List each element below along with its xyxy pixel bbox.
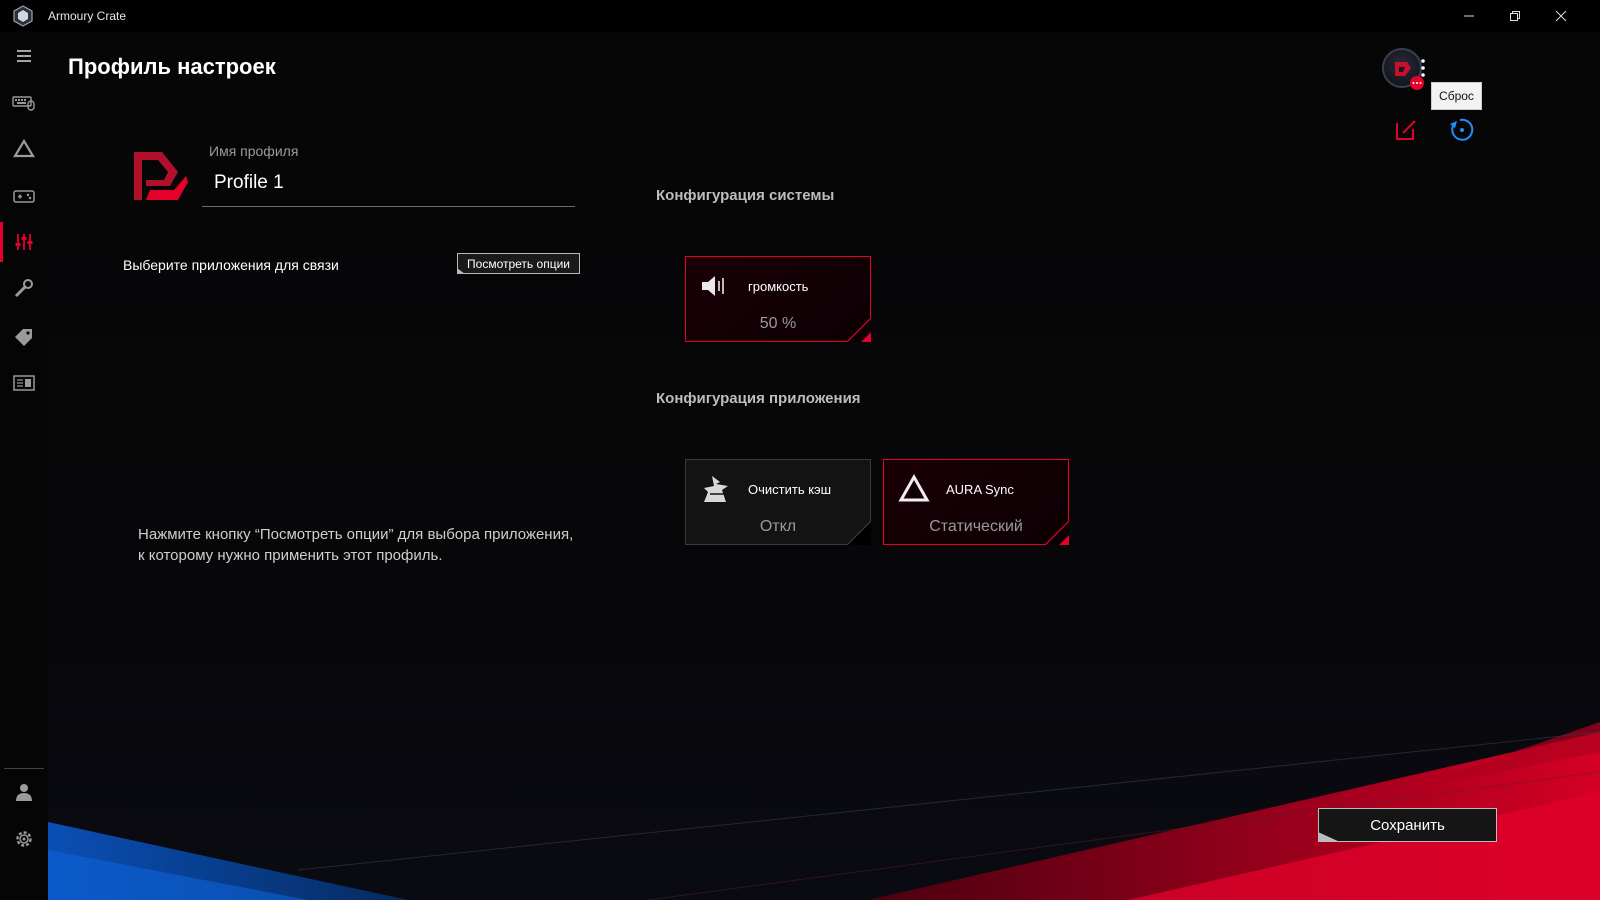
sidebar-menu-button[interactable] [0, 36, 48, 76]
reset-icon[interactable] [1446, 116, 1476, 144]
sidebar-item-news[interactable] [0, 363, 48, 403]
aura-sync-label: AURA Sync [946, 482, 1014, 497]
sidebar-item-aura[interactable] [0, 129, 48, 169]
tools-icon [14, 279, 33, 298]
aura-sync-card[interactable]: AURA Sync Статический [883, 459, 1069, 545]
app-config-title: Конфигурация приложения [656, 390, 861, 407]
page-title: Профиль настроек [68, 54, 276, 79]
clear-cache-card[interactable]: Очистить кэш Откл [685, 459, 871, 545]
sidebar-item-tools[interactable] [0, 269, 48, 309]
sidebar-item-settings[interactable] [0, 819, 48, 859]
user-icon [16, 784, 32, 801]
devices-icon [12, 96, 35, 111]
volume-value: 50 % [759, 315, 797, 332]
profile-name-input[interactable]: Profile 1 [214, 172, 284, 194]
armoury-crate-logo-icon [13, 5, 33, 27]
volume-icon [702, 276, 724, 296]
more-options-icon[interactable] [1414, 56, 1432, 80]
edit-icon[interactable] [1393, 117, 1419, 143]
sidebar [0, 32, 48, 900]
news-icon [13, 375, 35, 391]
minimize-button[interactable] [1446, 0, 1492, 32]
deals-tag-icon [15, 329, 32, 346]
aura-icon [13, 138, 35, 158]
restore-icon [1510, 11, 1520, 21]
profile-logo-icon [134, 152, 188, 200]
sidebar-item-game-library[interactable] [0, 176, 48, 216]
scenario-profiles-icon [15, 234, 33, 250]
view-options-button[interactable]: Посмотреть опции [457, 253, 580, 274]
app-title: Armoury Crate [48, 9, 127, 23]
close-icon [1555, 10, 1567, 22]
profile-name-underline [202, 206, 575, 207]
link-apps-label: Выберите приложения для связи [123, 257, 339, 273]
sidebar-item-deals[interactable] [0, 316, 48, 356]
close-button[interactable] [1538, 0, 1584, 32]
system-config-title: Конфигурация системы [656, 187, 835, 204]
rog-avatar-icon [1395, 62, 1411, 76]
profile-name-label: Имя профиля [209, 143, 299, 159]
restore-button[interactable] [1492, 0, 1538, 32]
title-bar: Armoury Crate [0, 0, 1600, 32]
more-dots-icon [1412, 82, 1422, 84]
sidebar-item-scenario-profiles[interactable] [0, 222, 48, 262]
main-content: Профиль настроек Сброс Имя профиля Profi… [48, 32, 1600, 900]
card-corner-decoration [1045, 521, 1069, 545]
sidebar-item-user[interactable] [0, 772, 48, 812]
card-corner-decoration [847, 318, 871, 342]
save-button[interactable]: Сохранить [1318, 808, 1497, 842]
volume-label: громкость [748, 279, 809, 294]
clear-cache-value: Откл [759, 518, 797, 535]
menu-icon [17, 50, 31, 62]
minimize-icon [1464, 15, 1474, 17]
reset-tooltip: Сброс [1431, 82, 1482, 110]
clear-cache-label: Очистить кэш [748, 482, 832, 497]
hint-text: Нажмите кнопку “Посмотреть опции” для вы… [138, 526, 574, 564]
volume-card[interactable]: громкость 50 % [685, 256, 871, 342]
sidebar-item-devices[interactable] [0, 82, 48, 122]
aura-sync-icon [898, 474, 930, 502]
sidebar-divider [4, 768, 44, 769]
aura-sync-value: Статический [929, 518, 1023, 535]
card-corner-decoration [847, 521, 871, 545]
settings-icon [16, 831, 32, 847]
game-library-icon [13, 190, 35, 203]
clear-cache-icon [704, 476, 728, 502]
